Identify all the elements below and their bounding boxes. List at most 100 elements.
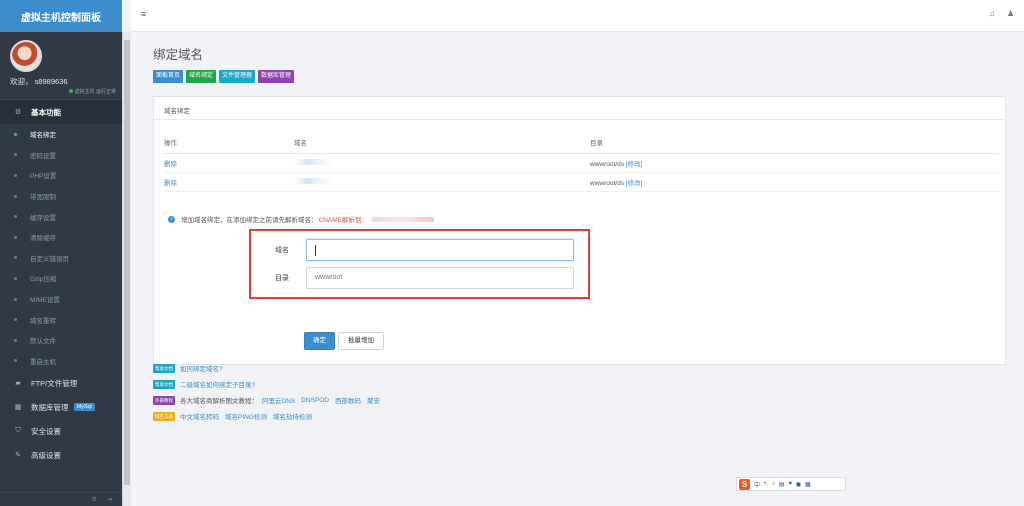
quick-link-domain[interactable]: 域名绑定 — [186, 70, 217, 83]
submenu-item[interactable]: 默认文件 — [0, 330, 122, 351]
delete-link[interactable]: 删除 — [164, 161, 177, 168]
help-link[interactable]: 域名PING检测 — [225, 411, 267, 421]
user-icon[interactable]: ♟ — [1007, 9, 1014, 18]
help-link[interactable]: 阿里云DNS — [262, 395, 295, 405]
card-title: 域名绑定 — [164, 108, 190, 115]
bullet-icon — [14, 173, 17, 177]
submenu-item[interactable]: 清除缓存 — [0, 227, 122, 248]
menu-security[interactable]: ⛉ 安全设置 — [0, 419, 122, 443]
submit-button[interactable]: 确定 — [304, 332, 335, 350]
submenu-item[interactable]: PHP设置 — [0, 165, 122, 186]
status-text: 虚拟主机 运行正常 — [74, 89, 116, 95]
microphone-icon[interactable]: ♪ — [772, 481, 775, 487]
sidebar-footer: ⚙ ⇥ — [0, 492, 122, 506]
bullet-icon — [14, 194, 17, 198]
directory-input[interactable]: wwwroot — [306, 267, 574, 289]
info-icon: i — [168, 215, 175, 223]
bullet-icon — [14, 215, 17, 219]
table-icon: ▦ — [14, 404, 22, 412]
ime-language[interactable]: 中 — [754, 480, 760, 489]
toolbox-icon[interactable]: ◼ — [796, 481, 801, 488]
submenu-item[interactable]: Gzip压缩 — [0, 268, 122, 289]
column-header: 操作 — [164, 132, 294, 154]
batch-add-button[interactable]: 批量增加 — [338, 332, 384, 350]
sogou-logo-icon: S — [739, 478, 750, 490]
user-panel: 欢迎， s8989636 虚拟主机 运行正常 — [0, 32, 122, 100]
scrollbar-thumb[interactable] — [124, 40, 130, 485]
ime-toolbar[interactable]: S 中 •, ♪ ▤ ♥ ◼ ▦ — [736, 477, 846, 491]
bullet-icon — [14, 338, 17, 342]
menu-database-label: 数据库管理 — [31, 402, 69, 412]
help-row: 帮助文档 二级域名如何绑定子目录? — [153, 379, 261, 389]
help-link[interactable]: 聚安 — [367, 395, 380, 405]
submenu-item[interactable]: MIME设置 — [0, 289, 122, 310]
quick-link-database[interactable]: 数据库管理 — [258, 70, 295, 83]
submenu-item[interactable]: 域名重转 — [0, 309, 122, 330]
help-text: 各大域名商解析图文教程： — [180, 398, 258, 405]
domain-binding-card: 域名绑定 操作 域名 目录 删除 wwwroot/ds [修改] 删除 wwwr… — [153, 96, 1006, 365]
submenu-label: PHP设置 — [30, 173, 57, 181]
headset-icon[interactable]: ♫ — [989, 9, 995, 18]
bullet-icon — [14, 153, 17, 157]
notice-text: 增加域名绑定，在添加绑定之前请先解析域名： — [181, 217, 318, 224]
menu-advanced[interactable]: ✎ 高级设置 — [0, 443, 122, 467]
directory-label: 目录 — [275, 275, 289, 282]
divider — [154, 119, 1005, 120]
quick-link-files[interactable]: 文件管理器 — [219, 70, 256, 83]
quick-links: 面板首页 域名绑定 文件管理器 数据库管理 — [153, 70, 295, 83]
menu-basic-label: 基本功能 — [31, 107, 61, 117]
sidebar-scrollbar[interactable] — [122, 32, 131, 506]
menu-toggle-icon[interactable]: ≡ — [141, 9, 146, 19]
keyboard-icon[interactable]: ▤ — [779, 481, 785, 488]
submenu-item[interactable]: 重启主机 — [0, 351, 122, 372]
help-link[interactable]: 域名劫持检测 — [273, 411, 312, 421]
help-row: 外部教程 各大域名商解析图文教程： 阿里云DNS DNSPOD 西部数码 聚安 — [153, 395, 386, 405]
bullet-icon — [14, 256, 17, 260]
submenu-item[interactable]: 带宽限制 — [0, 186, 122, 207]
help-link[interactable]: 如何绑定域名? — [180, 363, 223, 373]
menu-ftp[interactable]: ▰ FTP/文件管理 — [0, 371, 122, 395]
submenu-item[interactable]: 自定义错误页 — [0, 248, 122, 269]
table-row: 删除 wwwroot/ds [修改] — [164, 172, 999, 192]
settings-icon[interactable]: ⚙ — [92, 496, 97, 503]
submenu-item[interactable]: 域名绑定 — [0, 124, 122, 145]
avatar[interactable] — [10, 40, 42, 72]
grid-icon[interactable]: ▦ — [805, 481, 811, 488]
quick-link-home[interactable]: 面板首页 — [153, 70, 184, 83]
folder-icon: ▰ — [15, 380, 21, 388]
edit-link[interactable]: [修改] — [626, 161, 643, 168]
punctuation-icon[interactable]: •, — [764, 481, 768, 487]
menu-ftp-label: FTP/文件管理 — [31, 378, 78, 388]
help-link[interactable]: 西部数码 — [335, 395, 361, 405]
help-link[interactable]: 中文域名转码 — [180, 411, 219, 421]
help-link[interactable]: 二级域名如何绑定子目录? — [180, 379, 255, 389]
bullet-icon — [14, 235, 17, 239]
mysql-badge: MySql — [73, 403, 95, 412]
submenu-label: 重启主机 — [30, 358, 56, 366]
submenu-label: 密码设置 — [30, 152, 56, 160]
submenu-item[interactable]: 缓存设置 — [0, 206, 122, 227]
help-link[interactable]: DNSPOD — [301, 397, 329, 404]
skin-icon[interactable]: ♥ — [788, 481, 792, 487]
expand-icon[interactable]: ⇥ — [107, 496, 112, 503]
edit-link[interactable]: [修改] — [626, 180, 643, 187]
help-row: 域名工具 中文域名转码 域名PING检测 域名劫持检测 — [153, 411, 318, 421]
bullet-icon — [14, 132, 17, 136]
welcome-text: 欢迎， s8989636 — [10, 76, 68, 87]
bullet-icon — [14, 297, 17, 301]
bullet-icon — [14, 318, 17, 322]
help-tag: 域名工具 — [153, 411, 175, 421]
submenu-label: 域名绑定 — [30, 132, 56, 140]
submenu-label: MIME设置 — [30, 297, 60, 305]
bullet-icon — [14, 359, 17, 363]
domain-input[interactable] — [306, 239, 574, 261]
shield-icon: ⛉ — [15, 427, 21, 435]
cname-target-blurred — [371, 216, 434, 222]
submenu-item[interactable]: 密码设置 — [0, 145, 122, 166]
menu-database[interactable]: ▦ 数据库管理 MySql — [0, 395, 122, 419]
menu-security-label: 安全设置 — [31, 426, 61, 436]
menu-basic[interactable]: ⚙ 基本功能 — [0, 100, 122, 124]
delete-link[interactable]: 删除 — [164, 180, 177, 187]
submenu-label: 自定义错误页 — [30, 255, 69, 263]
welcome-label: 欢迎， — [10, 77, 33, 86]
